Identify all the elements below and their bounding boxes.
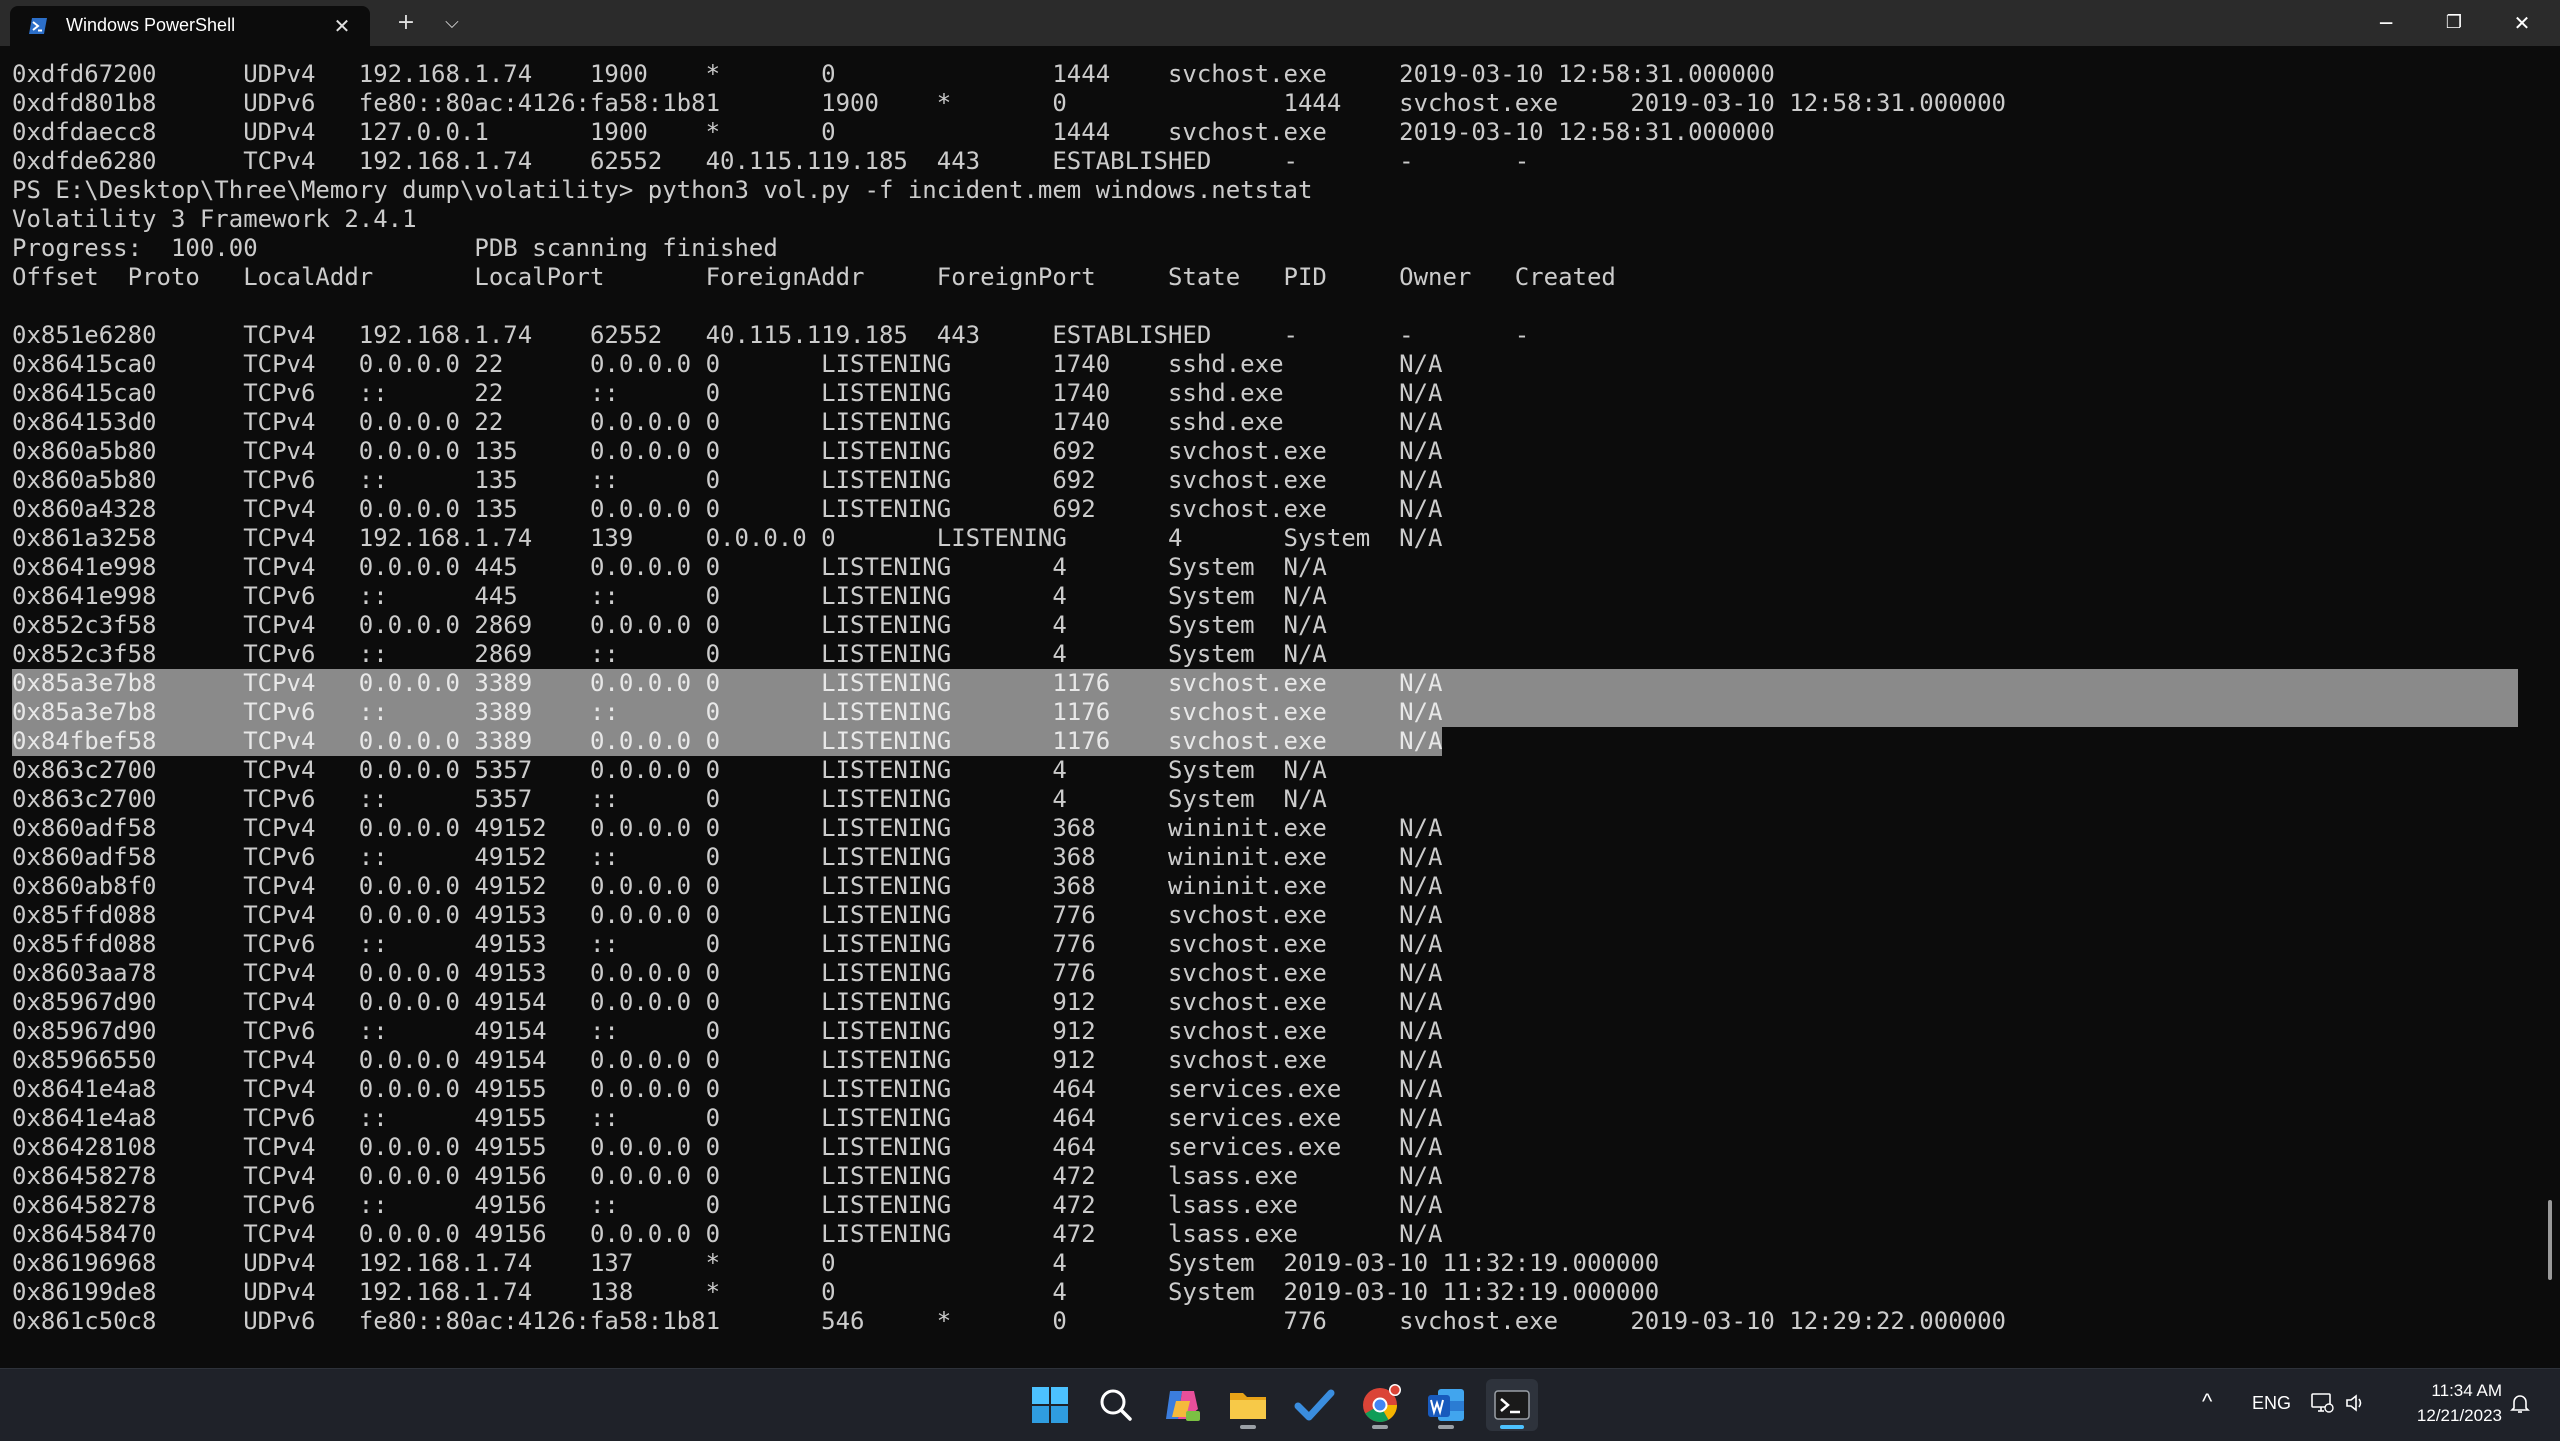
- minimize-button[interactable]: ─: [2352, 0, 2420, 46]
- running-indicator: [1240, 1425, 1256, 1429]
- terminal-line: 0x85967d90 TCPv6 :: 49154 :: 0 LISTENING…: [12, 1017, 1443, 1045]
- terminal-line: 0x86415ca0 TCPv6 :: 22 :: 0 LISTENING 17…: [12, 379, 1443, 407]
- windows-logo-icon: [1032, 1387, 1068, 1423]
- active-indicator: [1500, 1425, 1524, 1429]
- title-bar: Windows PowerShell ✕ + ⌵ ─ ❐ ✕: [0, 0, 2560, 46]
- terminal-line: 0x8603aa78 TCPv4 0.0.0.0 49153 0.0.0.0 0…: [12, 959, 1443, 987]
- running-indicator: [1372, 1425, 1388, 1429]
- terminal-line: 0x863c2700 TCPv6 :: 5357 :: 0 LISTENING …: [12, 785, 1327, 813]
- terminal-line: 0x852c3f58 TCPv6 :: 2869 :: 0 LISTENING …: [12, 640, 1327, 668]
- checkmark-icon: [1294, 1389, 1335, 1421]
- terminal-line: Progress: 100.00 PDB scanning finished: [12, 234, 778, 262]
- terminal-line: 0x860a4328 TCPv4 0.0.0.0 135 0.0.0.0 0 L…: [12, 495, 1443, 523]
- terminal-line: 0x860adf58 TCPv4 0.0.0.0 49152 0.0.0.0 0…: [12, 814, 1443, 842]
- search-icon: [1100, 1389, 1132, 1421]
- terminal-line: 0x85ffd088 TCPv6 :: 49153 :: 0 LISTENING…: [12, 930, 1443, 958]
- terminal-line: 0x864153d0 TCPv4 0.0.0.0 22 0.0.0.0 0 LI…: [12, 408, 1443, 436]
- terminal-line: 0x8641e998 TCPv6 :: 445 :: 0 LISTENING 4…: [12, 582, 1327, 610]
- word-icon: [1428, 1389, 1464, 1421]
- terminal-line: 0x85ffd088 TCPv4 0.0.0.0 49153 0.0.0.0 0…: [12, 901, 1443, 929]
- word-button[interactable]: [1420, 1379, 1472, 1431]
- running-indicator: [1438, 1425, 1454, 1429]
- terminal-line: 0xdfde6280 TCPv4 192.168.1.74 62552 40.1…: [12, 147, 1530, 175]
- chrome-button[interactable]: [1354, 1379, 1406, 1431]
- file-explorer-button[interactable]: [1222, 1379, 1274, 1431]
- terminal-line: 0x86458278 TCPv4 0.0.0.0 49156 0.0.0.0 0…: [12, 1162, 1443, 1190]
- terminal-line: 0x861a3258 TCPv4 192.168.1.74 139 0.0.0.…: [12, 524, 1443, 552]
- powershell-icon: [28, 16, 48, 36]
- notification-bell-icon[interactable]: [2508, 1391, 2532, 1419]
- start-button[interactable]: [1024, 1379, 1076, 1431]
- terminal-line: 0x85966550 TCPv4 0.0.0.0 49154 0.0.0.0 0…: [12, 1046, 1443, 1074]
- terminal-line: 0x863c2700 TCPv4 0.0.0.0 5357 0.0.0.0 0 …: [12, 756, 1327, 784]
- terminal-line: Volatility 3 Framework 2.4.1: [12, 205, 417, 233]
- terminal-line-selected: 0x85a3e7b8 TCPv4 0.0.0.0 3389 0.0.0.0 0 …: [12, 669, 1443, 698]
- scrollbar-thumb[interactable]: [2548, 1200, 2552, 1280]
- tab-title: Windows PowerShell: [66, 15, 236, 35]
- terminal-line: 0x860ab8f0 TCPv4 0.0.0.0 49152 0.0.0.0 0…: [12, 872, 1443, 900]
- tab-close-button[interactable]: ✕: [330, 14, 354, 38]
- tab-dropdown-button[interactable]: ⌵: [436, 8, 468, 38]
- terminal-button[interactable]: [1486, 1379, 1538, 1431]
- terminal-line: 0x852c3f58 TCPv4 0.0.0.0 2869 0.0.0.0 0 …: [12, 611, 1327, 639]
- terminal-line: 0xdfd67200 UDPv4 192.168.1.74 1900 * 0 1…: [12, 60, 1775, 88]
- terminal-line: 0x860adf58 TCPv6 :: 49152 :: 0 LISTENING…: [12, 843, 1443, 871]
- copilot-icon: [1166, 1391, 1200, 1421]
- volume-icon[interactable]: [2344, 1391, 2368, 1419]
- search-button[interactable]: [1090, 1379, 1142, 1431]
- tray-chevron-button[interactable]: ^: [2202, 1389, 2212, 1415]
- taskbar: ^ ENG 11:34 AM 12/21/2023: [0, 1368, 2560, 1441]
- terminal-line: 0x85967d90 TCPv4 0.0.0.0 49154 0.0.0.0 0…: [12, 988, 1443, 1016]
- terminal-line: 0x860a5b80 TCPv4 0.0.0.0 135 0.0.0.0 0 L…: [12, 437, 1443, 465]
- terminal-line: 0xdfd801b8 UDPv6 fe80::80ac:4126:fa58:1b…: [12, 89, 2006, 117]
- clock-time[interactable]: 11:34 AM: [2398, 1381, 2502, 1401]
- maximize-button[interactable]: ❐: [2420, 0, 2488, 46]
- tab-windows-powershell[interactable]: Windows PowerShell ✕: [10, 6, 370, 46]
- terminal-line: 0x860a5b80 TCPv6 :: 135 :: 0 LISTENING 6…: [12, 466, 1443, 494]
- terminal-line: 0x86199de8 UDPv4 192.168.1.74 138 * 0 4 …: [12, 1278, 1660, 1306]
- language-indicator[interactable]: ENG: [2252, 1393, 2291, 1414]
- terminal-line: 0x86458278 TCPv6 :: 49156 :: 0 LISTENING…: [12, 1191, 1443, 1219]
- terminal-line: PS E:\Desktop\Three\Memory dump\volatili…: [12, 176, 1313, 204]
- folder-icon: [1230, 1393, 1266, 1419]
- todo-button[interactable]: [1288, 1379, 1340, 1431]
- terminal-line: 0x8641e4a8 TCPv6 :: 49155 :: 0 LISTENING…: [12, 1104, 1443, 1132]
- terminal-line: 0x86415ca0 TCPv4 0.0.0.0 22 0.0.0.0 0 LI…: [12, 350, 1443, 378]
- terminal-line: 0xdfdaecc8 UDPv4 127.0.0.1 1900 * 0 1444…: [12, 118, 1775, 146]
- terminal-line: 0x861c50c8 UDPv6 fe80::80ac:4126:fa58:1b…: [12, 1307, 2006, 1335]
- terminal-output[interactable]: 0xdfd67200 UDPv4 192.168.1.74 1900 * 0 1…: [0, 46, 2560, 1368]
- terminal-line: Offset Proto LocalAddr LocalPort Foreign…: [12, 263, 1616, 291]
- clock-date[interactable]: 12/21/2023: [2398, 1406, 2502, 1426]
- terminal-line: 0x86196968 UDPv4 192.168.1.74 137 * 0 4 …: [12, 1249, 1660, 1277]
- network-icon[interactable]: [2310, 1391, 2334, 1419]
- terminal-line: 0x851e6280 TCPv4 192.168.1.74 62552 40.1…: [12, 321, 1530, 349]
- terminal-line: 0x8641e4a8 TCPv4 0.0.0.0 49155 0.0.0.0 0…: [12, 1075, 1443, 1103]
- terminal-line-selected: 0x84fbef58 TCPv4 0.0.0.0 3389 0.0.0.0 0 …: [12, 727, 1443, 756]
- terminal-line: 0x8641e998 TCPv4 0.0.0.0 445 0.0.0.0 0 L…: [12, 553, 1327, 581]
- close-window-button[interactable]: ✕: [2488, 0, 2556, 46]
- new-tab-button[interactable]: +: [390, 8, 422, 38]
- terminal-line: 0x86458470 TCPv4 0.0.0.0 49156 0.0.0.0 0…: [12, 1220, 1443, 1248]
- terminal-icon: [1494, 1390, 1530, 1420]
- terminal-line: 0x86428108 TCPv4 0.0.0.0 49155 0.0.0.0 0…: [12, 1133, 1443, 1161]
- copilot-button[interactable]: [1156, 1379, 1208, 1431]
- terminal-line-selected: 0x85a3e7b8 TCPv6 :: 3389 :: 0 LISTENING …: [12, 698, 1443, 727]
- chrome-icon: [1363, 1384, 1401, 1422]
